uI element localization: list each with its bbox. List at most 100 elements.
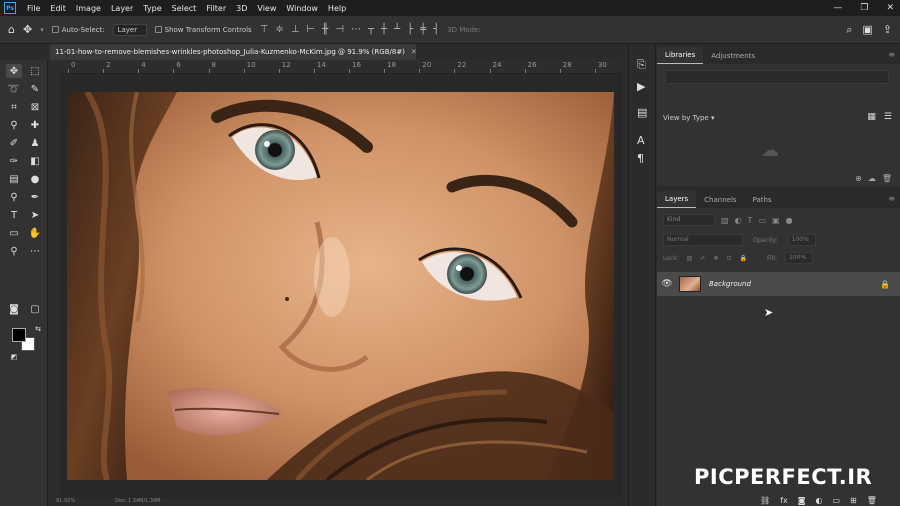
menu-image[interactable]: Image <box>71 4 106 13</box>
grid-view-icon[interactable]: ▦ <box>867 112 876 122</box>
filter-type-icon[interactable]: T <box>748 216 753 225</box>
gradient-tool-icon[interactable]: ▤ <box>6 172 22 186</box>
tab-libraries[interactable]: Libraries <box>657 47 704 64</box>
quick-mask-icon[interactable]: ◙ <box>6 302 22 316</box>
new-layer-icon[interactable]: ⊞ <box>850 496 857 505</box>
layer-select[interactable]: Layer <box>112 23 147 36</box>
search-icon[interactable]: ⌕ <box>846 23 852 37</box>
share-icon[interactable]: ⇪ <box>883 23 892 37</box>
healing-brush-tool-icon[interactable]: ✚ <box>27 118 43 132</box>
tab-paths[interactable]: Paths <box>745 192 780 208</box>
blur-tool-icon[interactable]: ● <box>27 172 43 186</box>
add-mask-icon[interactable]: ◙ <box>798 496 806 505</box>
view-by-type-dropdown[interactable]: View by Type ▾ <box>663 114 714 122</box>
add-style-icon[interactable]: fx <box>780 496 788 505</box>
opacity-input[interactable]: 100% <box>787 234 816 246</box>
delete-layer-icon[interactable]: 🗑 <box>867 496 877 505</box>
tab-layers[interactable]: Layers <box>657 191 697 208</box>
filter-pixel-icon[interactable]: ▨ <box>721 216 729 225</box>
pen-tool-icon[interactable]: ✒ <box>27 190 43 204</box>
distribute-bottom-icon[interactable]: ┴ <box>394 24 400 35</box>
lasso-tool-icon[interactable]: ➰ <box>6 82 22 96</box>
new-group-icon[interactable]: ▭ <box>832 496 840 505</box>
type-tool-icon[interactable]: T <box>6 208 22 222</box>
workspace-icon[interactable]: ▣ <box>862 23 872 37</box>
crop-tool-icon[interactable]: ⌗ <box>6 100 22 114</box>
hand-tool-icon[interactable]: ✋ <box>27 226 43 240</box>
more-options-icon[interactable]: ⋯ <box>351 24 361 35</box>
document-image[interactable] <box>67 92 614 480</box>
eye-icon[interactable]: 👁 <box>657 279 677 289</box>
align-bottom-icon[interactable]: ⊥ <box>291 24 300 35</box>
library-cloud-icon[interactable]: ☁ <box>868 174 876 183</box>
show-transform-checkbox[interactable]: Show Transform Controls <box>154 26 252 34</box>
layer-row-background[interactable]: 👁 Background 🔒 <box>657 272 900 296</box>
align-center-icon[interactable]: ╫ <box>322 24 328 35</box>
lock-artboard-icon[interactable]: ⊡ <box>726 255 731 262</box>
screen-mode-icon[interactable]: ▢ <box>27 302 43 316</box>
distribute-top-icon[interactable]: ┬ <box>368 24 374 35</box>
filter-toggle-icon[interactable]: ● <box>786 216 793 225</box>
align-top-icon[interactable]: ⊤ <box>260 24 269 35</box>
character-panel-icon[interactable]: A <box>637 134 645 147</box>
filter-smart-object-icon[interactable]: ▣ <box>772 216 780 225</box>
menu-type[interactable]: Type <box>138 4 166 13</box>
auto-select-checkbox[interactable]: Auto-Select: <box>51 26 105 34</box>
menu-help[interactable]: Help <box>323 4 351 13</box>
layer-lock-icon[interactable]: 🔒 <box>880 280 890 289</box>
zoom-tool-icon[interactable]: ⚲ <box>6 244 22 258</box>
menu-select[interactable]: Select <box>167 4 202 13</box>
document-tab[interactable]: 11-01-how-to-remove-blemishes-wrinkles-p… <box>50 44 416 60</box>
menu-file[interactable]: File <box>22 4 45 13</box>
list-view-icon[interactable]: ☰ <box>884 112 892 122</box>
swap-colors-icon[interactable]: ⇆ <box>30 322 46 336</box>
library-add-icon[interactable]: ⊕ <box>855 174 862 183</box>
menu-view[interactable]: View <box>252 4 281 13</box>
eraser-tool-icon[interactable]: ◧ <box>27 154 43 168</box>
close-icon[interactable]: ✕ <box>886 3 894 13</box>
home-icon[interactable]: ⌂ <box>8 23 15 36</box>
layer-name[interactable]: Background <box>709 280 751 288</box>
library-search-input[interactable] <box>665 70 889 84</box>
align-middle-icon[interactable]: ≑ <box>275 24 283 35</box>
align-right-icon[interactable]: ⊣ <box>335 24 344 35</box>
blend-mode-select[interactable]: Normal <box>663 234 743 246</box>
default-colors-icon[interactable]: ◩ <box>6 350 22 364</box>
auto-select-box[interactable] <box>51 26 59 33</box>
lock-transparent-icon[interactable]: ▨ <box>687 255 693 262</box>
lock-position-icon[interactable]: ✥ <box>713 255 718 262</box>
distribute-left-icon[interactable]: ├ <box>407 24 413 35</box>
quick-selection-tool-icon[interactable]: ✎ <box>27 82 43 96</box>
move-tool-icon[interactable]: ✥ <box>23 23 32 36</box>
path-selection-tool-icon[interactable]: ➤ <box>27 208 43 222</box>
menu-3d[interactable]: 3D <box>231 4 252 13</box>
clone-stamp-tool-icon[interactable]: ♟ <box>27 136 43 150</box>
show-transform-box[interactable] <box>154 26 162 33</box>
eyedropper-tool-icon[interactable]: ⚲ <box>6 118 22 132</box>
brush-tool-icon[interactable]: ✐ <box>6 136 22 150</box>
marquee-tool-icon[interactable]: ⬚ <box>27 64 43 78</box>
lock-pixels-icon[interactable]: ✐ <box>700 255 705 262</box>
menu-edit[interactable]: Edit <box>45 4 71 13</box>
frame-tool-icon[interactable]: ⊠ <box>27 100 43 114</box>
lock-all-icon[interactable]: 🔒 <box>739 255 746 262</box>
distribute-middle-icon[interactable]: ┼ <box>381 24 387 35</box>
foreground-color-swatch[interactable] <box>12 328 26 342</box>
menu-window[interactable]: Window <box>281 4 323 13</box>
menu-filter[interactable]: Filter <box>201 4 231 13</box>
panel-menu-icon[interactable]: ≡ <box>888 50 895 59</box>
move-tool-icon[interactable]: ✥ <box>6 64 22 78</box>
layers-panel-menu-icon[interactable]: ≡ <box>888 194 895 203</box>
library-delete-icon[interactable]: 🗑 <box>882 174 892 183</box>
restore-icon[interactable]: ❐ <box>860 3 868 13</box>
new-adjustment-icon[interactable]: ◐ <box>815 496 822 505</box>
distribute-center-icon[interactable]: ╪ <box>420 24 426 35</box>
actions-play-icon[interactable]: ▶ <box>637 80 645 93</box>
more-tools-icon[interactable]: ⋯ <box>27 244 43 258</box>
tab-channels[interactable]: Channels <box>696 192 744 208</box>
tool-preset-chevron-icon[interactable]: ▾ <box>40 26 44 34</box>
fill-input[interactable]: 100% <box>785 252 813 264</box>
align-left-icon[interactable]: ⊢ <box>307 24 316 35</box>
minimize-icon[interactable]: — <box>833 3 842 13</box>
distribute-right-icon[interactable]: ┤ <box>433 24 439 35</box>
